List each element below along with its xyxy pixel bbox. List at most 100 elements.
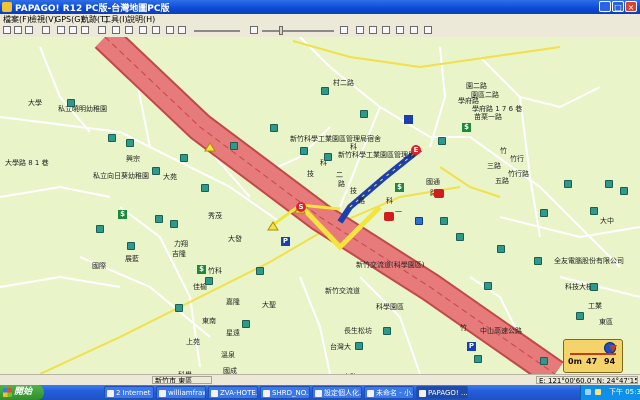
bus-stop-icon[interactable] <box>415 217 423 225</box>
start-button[interactable]: 開始 <box>0 385 44 400</box>
layer-icon[interactable] <box>152 26 160 34</box>
poi-building-icon[interactable] <box>152 167 160 175</box>
poi-kindergarten-icon[interactable] <box>108 134 116 142</box>
poi-building-icon[interactable] <box>324 153 332 161</box>
task-papago[interactable]: PAPAGO! ... <box>416 386 468 399</box>
poi-building-icon[interactable] <box>126 139 134 147</box>
flag-marker-icon[interactable] <box>384 212 394 221</box>
poi-building-icon[interactable] <box>456 233 464 241</box>
poi-building-icon[interactable] <box>605 180 613 188</box>
map-label: 上苑 <box>186 338 200 346</box>
minimize-button[interactable]: _ <box>599 1 611 12</box>
poi-building-icon[interactable] <box>540 209 548 217</box>
poi-building-icon[interactable] <box>256 267 264 275</box>
route-icon[interactable] <box>98 26 106 34</box>
task-zva[interactable]: ZVA-HOTE... <box>208 386 258 399</box>
poi-building-icon[interactable] <box>321 87 329 95</box>
hand-icon[interactable] <box>166 26 174 34</box>
poi-building-icon[interactable] <box>230 142 238 150</box>
find-icon[interactable] <box>382 26 390 34</box>
poi-school-icon[interactable] <box>67 99 75 107</box>
poi-building-icon[interactable] <box>127 242 135 250</box>
menu-gps[interactable]: GPS(G) <box>55 14 84 25</box>
zoom-slider-knob[interactable] <box>279 26 283 35</box>
new-icon[interactable] <box>3 26 11 34</box>
menu-file[interactable]: 檔案(F) <box>3 14 30 25</box>
menu-view[interactable]: 檢視(V) <box>29 14 57 25</box>
bank-icon[interactable]: $ <box>197 265 206 274</box>
map-label: 私立曉明幼稚園 <box>58 105 107 113</box>
poi-building-icon[interactable] <box>270 124 278 132</box>
bank-icon[interactable]: $ <box>395 183 404 192</box>
bookmark-icon[interactable] <box>410 26 418 34</box>
task-internet[interactable]: 2 Internet ... <box>104 386 154 399</box>
poi-building-icon[interactable] <box>201 184 209 192</box>
task-paint[interactable]: 未命名 - 小... <box>364 386 414 399</box>
poi-building-icon[interactable] <box>300 147 308 155</box>
task-williamfraw[interactable]: williamfraw... <box>156 386 206 399</box>
volume-icon[interactable] <box>595 389 601 395</box>
open-icon[interactable] <box>14 26 22 34</box>
walk-icon[interactable] <box>81 26 89 34</box>
scale-widget[interactable]: 0m 47 94 <box>563 339 623 373</box>
poi-building-icon[interactable] <box>564 180 572 188</box>
car-icon[interactable] <box>57 26 65 34</box>
print-icon[interactable] <box>42 26 50 34</box>
parking-icon[interactable] <box>404 115 413 124</box>
destination-flag-icon[interactable]: E <box>411 145 421 155</box>
poi-building-icon[interactable] <box>383 327 391 335</box>
poi-building-icon[interactable] <box>620 187 628 195</box>
map-label: 新竹交流道 <box>325 287 360 295</box>
poi-building-icon[interactable] <box>438 137 446 145</box>
poi-building-icon[interactable] <box>540 357 548 365</box>
zoom-slider[interactable] <box>262 30 334 32</box>
poi-building-icon[interactable] <box>497 245 505 253</box>
gps-icon[interactable] <box>139 26 147 34</box>
menu-help[interactable]: 說明(H) <box>127 14 155 25</box>
poi-building-icon[interactable] <box>96 225 104 233</box>
parking-icon[interactable]: P <box>281 237 290 246</box>
hospital-icon[interactable] <box>434 189 444 198</box>
poi-building-icon[interactable] <box>170 220 178 228</box>
poi-building-icon[interactable] <box>534 257 542 265</box>
poi-icon[interactable] <box>396 26 404 34</box>
help-icon[interactable] <box>424 26 432 34</box>
map-canvas[interactable]: 大學 私立曉明幼稚園 大學路 8 1 巷私立向日葵幼稚園 興宗 大苑 新竹科學工業園區管理… <box>0 37 640 374</box>
poi-building-icon[interactable] <box>155 215 163 223</box>
poi-building-icon[interactable] <box>175 304 183 312</box>
save-icon[interactable] <box>25 26 33 34</box>
poi-building-icon[interactable] <box>180 154 188 162</box>
pan-icon[interactable] <box>356 26 364 34</box>
poi-building-icon[interactable] <box>360 110 368 118</box>
poi-building-icon[interactable] <box>242 320 250 328</box>
parking-icon[interactable]: P <box>467 342 476 351</box>
zoom-out-icon[interactable] <box>340 26 348 34</box>
title-bar[interactable]: PAPAGO! R12 PC版-台灣地圖PC版 _ □ × <box>0 0 640 14</box>
poi-building-icon[interactable] <box>590 283 598 291</box>
poi-building-icon[interactable] <box>355 342 363 350</box>
undo-icon[interactable] <box>112 26 120 34</box>
bus-icon[interactable] <box>69 26 77 34</box>
clock[interactable]: 下午 05:32 <box>609 385 640 400</box>
poi-building-icon[interactable] <box>440 217 448 225</box>
poi-building-icon[interactable] <box>474 355 482 363</box>
poi-building-icon[interactable] <box>590 207 598 215</box>
document-icon <box>211 390 218 397</box>
flag-icon[interactable] <box>178 26 186 34</box>
poi-building-icon[interactable] <box>484 282 492 290</box>
task-settings[interactable]: 設定個人化... <box>312 386 362 399</box>
gas-station-icon[interactable]: S <box>296 202 306 212</box>
redo-icon[interactable] <box>125 26 133 34</box>
task-shrd[interactable]: SHRD_NO... <box>260 386 310 399</box>
maximize-button[interactable]: □ <box>612 1 624 12</box>
close-button[interactable]: × <box>625 1 637 12</box>
track-slider[interactable] <box>194 30 240 32</box>
bank-icon[interactable]: $ <box>118 210 127 219</box>
bank-icon[interactable]: $ <box>462 123 471 132</box>
menu-tools[interactable]: 工具(I) <box>103 14 128 25</box>
network-icon[interactable] <box>585 389 591 395</box>
poi-building-icon[interactable] <box>576 312 584 320</box>
measure-icon[interactable] <box>369 26 377 34</box>
poi-building-icon[interactable] <box>205 277 213 285</box>
zoom-in-icon[interactable] <box>250 26 258 34</box>
